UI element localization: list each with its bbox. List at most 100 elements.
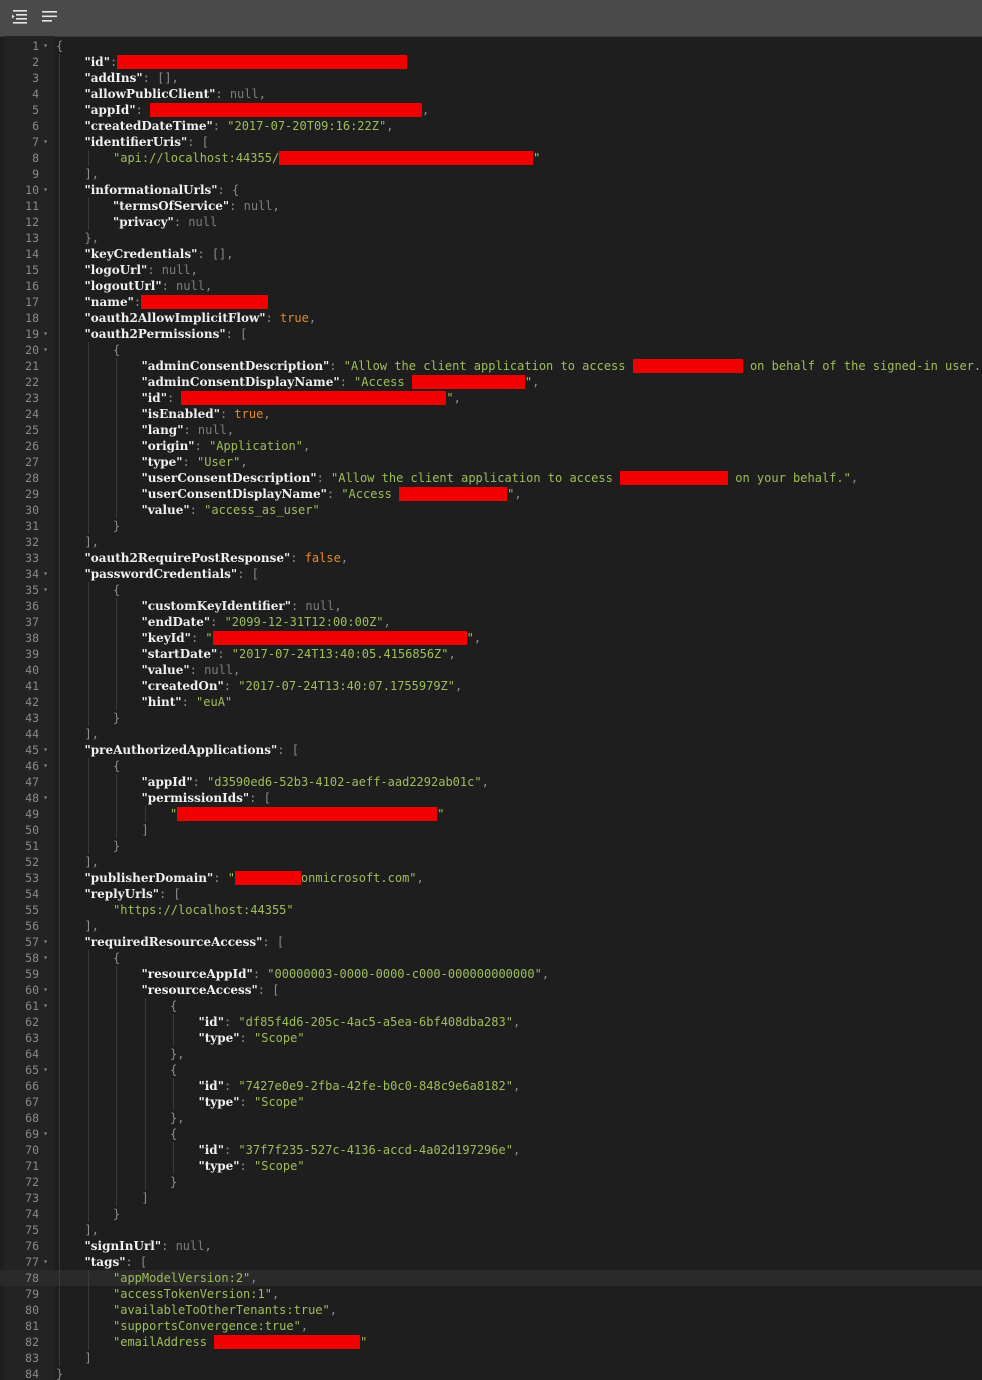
code-line[interactable]: 35 ▾ {	[0, 582, 982, 598]
fold-chevron-icon[interactable]: ▾	[41, 326, 50, 342]
code-line[interactable]: 57 ▾ "requiredResourceAccess": [	[0, 934, 982, 950]
code-line[interactable]: 77 ▾ "tags": [	[0, 1254, 982, 1270]
code-line[interactable]: 58 ▾ {	[0, 950, 982, 966]
code-line[interactable]: 8 "api://localhost:44355/ "	[0, 150, 982, 166]
code-line[interactable]: 73]	[0, 1190, 982, 1206]
code-line[interactable]: 1 ▾ {	[0, 38, 982, 54]
code-line[interactable]: 12 "privacy": null	[0, 214, 982, 230]
code-line[interactable]: 52],	[0, 854, 982, 870]
code-line[interactable]: 10 ▾ "informationalUrls": {	[0, 182, 982, 198]
code-line[interactable]: 3 "addIns": [],	[0, 70, 982, 86]
code-line[interactable]: 62 "id": "df85f4d6-205c-4ac5-a5ea-6bf408d…	[0, 1014, 982, 1030]
fold-chevron-icon[interactable]: ▾	[41, 1062, 50, 1078]
fold-chevron-icon[interactable]: ▾	[41, 342, 50, 358]
fold-chevron-icon[interactable]: ▾	[41, 982, 50, 998]
code-line[interactable]: 76 "signInUrl": null,	[0, 1238, 982, 1254]
code-line[interactable]: 48 ▾ "permissionIds": [	[0, 790, 982, 806]
code-line[interactable]: 79 "accessTokenVersion:1",	[0, 1286, 982, 1302]
code-line[interactable]: 49 " "	[0, 806, 982, 822]
code-line[interactable]: 24 "isEnabled": true,	[0, 406, 982, 422]
code-line[interactable]: 21 "adminConsentDescription": "Allow the …	[0, 358, 982, 374]
code-line[interactable]: 75],	[0, 1222, 982, 1238]
fold-chevron-icon[interactable]: ▾	[41, 1254, 50, 1270]
code-line[interactable]: 39 "startDate": "2017-07-24T13:40:05.4156…	[0, 646, 982, 662]
code-line[interactable]: 47 "appId": "d3590ed6-52b3-4102-aeff-aad2…	[0, 774, 982, 790]
fold-chevron-icon[interactable]: ▾	[41, 742, 50, 758]
code-line[interactable]: 11 "termsOfService": null,	[0, 198, 982, 214]
code-line[interactable]: 83]	[0, 1350, 982, 1366]
fold-chevron-icon[interactable]: ▾	[41, 182, 50, 198]
code-line[interactable]: 29 "userConsentDisplayName": "Access ",	[0, 486, 982, 502]
fold-chevron-icon[interactable]: ▾	[41, 950, 50, 966]
code-line[interactable]: 78 "appModelVersion:2",	[0, 1270, 982, 1286]
code-line[interactable]: 2 "id":	[0, 54, 982, 70]
code-line[interactable]: 55 "https://localhost:44355"	[0, 902, 982, 918]
code-line[interactable]: 68},	[0, 1110, 982, 1126]
word-wrap-icon[interactable]	[40, 8, 60, 26]
code-line[interactable]: 22 "adminConsentDisplayName": "Access ",	[0, 374, 982, 390]
code-line[interactable]: 40 "value": null,	[0, 662, 982, 678]
code-line[interactable]: 27 "type": "User",	[0, 454, 982, 470]
code-line[interactable]: 36 "customKeyIdentifier": null,	[0, 598, 982, 614]
code-line[interactable]: 54 "replyUrls": [	[0, 886, 982, 902]
code-line[interactable]: 20 ▾ {	[0, 342, 982, 358]
code-line[interactable]: 59 "resourceAppId": "00000003-0000-0000-c…	[0, 966, 982, 982]
code-line[interactable]: 56],	[0, 918, 982, 934]
fold-chevron-icon[interactable]: ▾	[41, 790, 50, 806]
code-line[interactable]: 81 "supportsConvergence:true",	[0, 1318, 982, 1334]
fold-chevron-icon[interactable]: ▾	[41, 934, 50, 950]
code-line[interactable]: 60 ▾ "resourceAccess": [	[0, 982, 982, 998]
fold-chevron-icon[interactable]: ▾	[41, 1126, 50, 1142]
code-line[interactable]: 53 "publisherDomain": " onmicrosoft.com",	[0, 870, 982, 886]
fold-chevron-icon[interactable]: ▾	[41, 998, 50, 1014]
format-document-icon[interactable]	[11, 8, 31, 26]
code-line[interactable]: 50]	[0, 822, 982, 838]
code-line[interactable]: 65 ▾ {	[0, 1062, 982, 1078]
code-line[interactable]: 16 "logoutUrl": null,	[0, 278, 982, 294]
code-line[interactable]: 34 ▾ "passwordCredentials": [	[0, 566, 982, 582]
code-line[interactable]: 31}	[0, 518, 982, 534]
code-line[interactable]: 69 ▾ {	[0, 1126, 982, 1142]
code-line[interactable]: 32],	[0, 534, 982, 550]
code-line[interactable]: 5 "appId": ,	[0, 102, 982, 118]
code-line[interactable]: 44],	[0, 726, 982, 742]
fold-chevron-icon[interactable]: ▾	[41, 38, 50, 54]
code-line[interactable]: 66 "id": "7427e0e9-2fba-42fe-b0c0-848c9e6…	[0, 1078, 982, 1094]
code-line[interactable]: 70 "id": "37f7f235-527c-4136-accd-4a02d19…	[0, 1142, 982, 1158]
code-line[interactable]: 7 ▾ "identifierUris": [	[0, 134, 982, 150]
code-line[interactable]: 64},	[0, 1046, 982, 1062]
code-line[interactable]: 17 "name":	[0, 294, 982, 310]
code-line[interactable]: 25 "lang": null,	[0, 422, 982, 438]
code-line[interactable]: 42 "hint": "euA"	[0, 694, 982, 710]
code-line[interactable]: 46 ▾ {	[0, 758, 982, 774]
code-line[interactable]: 80 "availableToOtherTenants:true",	[0, 1302, 982, 1318]
code-line[interactable]: 9],	[0, 166, 982, 182]
code-line[interactable]: 67 "type": "Scope"	[0, 1094, 982, 1110]
code-line[interactable]: 72}	[0, 1174, 982, 1190]
code-line[interactable]: 13},	[0, 230, 982, 246]
code-line[interactable]: 14 "keyCredentials": [],	[0, 246, 982, 262]
code-area[interactable]: 1 ▾{2 "id": 3 "addIns": [], 4 "allowPublicClie…	[0, 36, 982, 1380]
code-line[interactable]: 82 "emailAddress "	[0, 1334, 982, 1350]
code-line[interactable]: 84}	[0, 1366, 982, 1380]
code-line[interactable]: 45 ▾ "preAuthorizedApplications": [	[0, 742, 982, 758]
code-line[interactable]: 37 "endDate": "2099-12-31T12:00:00Z",	[0, 614, 982, 630]
code-line[interactable]: 23 "id": ",	[0, 390, 982, 406]
fold-chevron-icon[interactable]: ▾	[41, 758, 50, 774]
code-line[interactable]: 43}	[0, 710, 982, 726]
code-line[interactable]: 33 "oauth2RequirePostResponse": false,	[0, 550, 982, 566]
code-line[interactable]: 30 "value": "access_as_user"	[0, 502, 982, 518]
fold-chevron-icon[interactable]: ▾	[41, 134, 50, 150]
code-line[interactable]: 74}	[0, 1206, 982, 1222]
code-line[interactable]: 61 ▾ {	[0, 998, 982, 1014]
code-line[interactable]: 26 "origin": "Application",	[0, 438, 982, 454]
code-line[interactable]: 19 ▾ "oauth2Permissions": [	[0, 326, 982, 342]
fold-chevron-icon[interactable]: ▾	[41, 582, 50, 598]
code-line[interactable]: 71 "type": "Scope"	[0, 1158, 982, 1174]
fold-chevron-icon[interactable]: ▾	[41, 566, 50, 582]
code-line[interactable]: 18 "oauth2AllowImplicitFlow": true,	[0, 310, 982, 326]
code-line[interactable]: 15 "logoUrl": null,	[0, 262, 982, 278]
code-line[interactable]: 51}	[0, 838, 982, 854]
code-line[interactable]: 4 "allowPublicClient": null,	[0, 86, 982, 102]
code-line[interactable]: 41 "createdOn": "2017-07-24T13:40:07.1755…	[0, 678, 982, 694]
